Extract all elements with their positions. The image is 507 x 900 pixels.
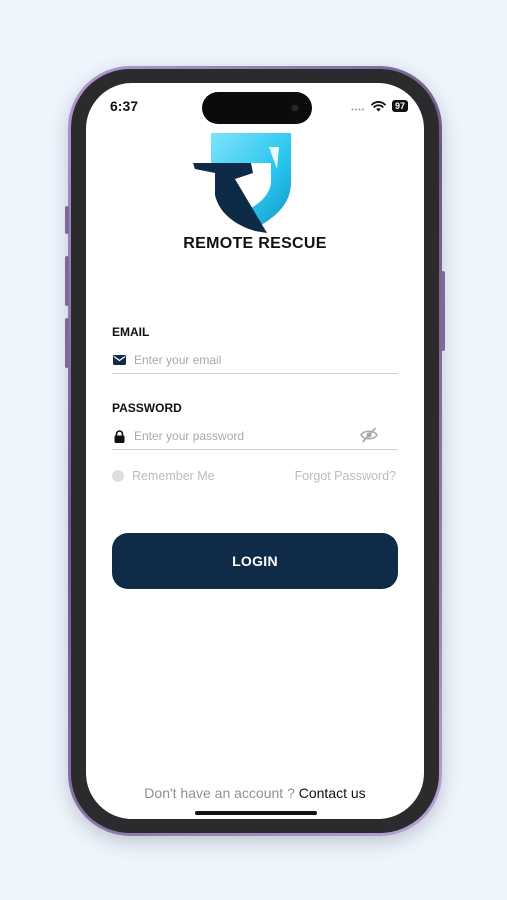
- email-label: EMAIL: [112, 325, 150, 339]
- forgot-password-link[interactable]: Forgot Password?: [295, 469, 396, 483]
- envelope-icon: [112, 353, 126, 367]
- email-field-wrapper: [112, 347, 398, 374]
- remember-me-radio[interactable]: [112, 470, 124, 482]
- action-button: [65, 206, 69, 234]
- volume-down-button: [65, 318, 69, 368]
- contact-us-link[interactable]: Contact us: [299, 785, 366, 801]
- lock-icon: [112, 429, 126, 443]
- remember-me-toggle[interactable]: Remember Me: [112, 469, 215, 483]
- camera-icon: [290, 103, 300, 113]
- signup-prompt: Don't have an account ? Contact us: [86, 785, 424, 801]
- login-button[interactable]: LOGIN: [112, 533, 398, 589]
- power-button: [441, 271, 445, 351]
- home-indicator[interactable]: [195, 811, 317, 815]
- eye-off-icon[interactable]: [360, 427, 378, 443]
- battery-indicator: 97: [391, 100, 408, 112]
- password-field-wrapper: [112, 423, 398, 450]
- dynamic-island: [202, 92, 312, 124]
- brand-title: REMOTE RESCUE: [183, 235, 327, 252]
- status-time: 6:37: [110, 98, 139, 114]
- status-icons: 97: [351, 99, 408, 113]
- volume-up-button: [65, 256, 69, 306]
- no-account-text: Don't have an account ?: [144, 785, 295, 801]
- password-label: PASSWORD: [112, 401, 182, 415]
- app-screen: 6:37 97 REMOTE RESCUE EMAIL Enter your e…: [86, 83, 424, 819]
- password-input[interactable]: [134, 429, 398, 443]
- phone-frame: 6:37 97 REMOTE RESCUE EMAIL Enter your e…: [71, 69, 439, 833]
- wifi-icon: [371, 100, 386, 111]
- phone-mockup: 6:37 97 REMOTE RESCUE EMAIL Enter your e…: [65, 66, 445, 836]
- remote-rescue-logo: [193, 133, 291, 233]
- remember-me-label: Remember Me: [132, 469, 215, 483]
- signal-icon: [351, 108, 364, 111]
- email-input[interactable]: [134, 353, 398, 367]
